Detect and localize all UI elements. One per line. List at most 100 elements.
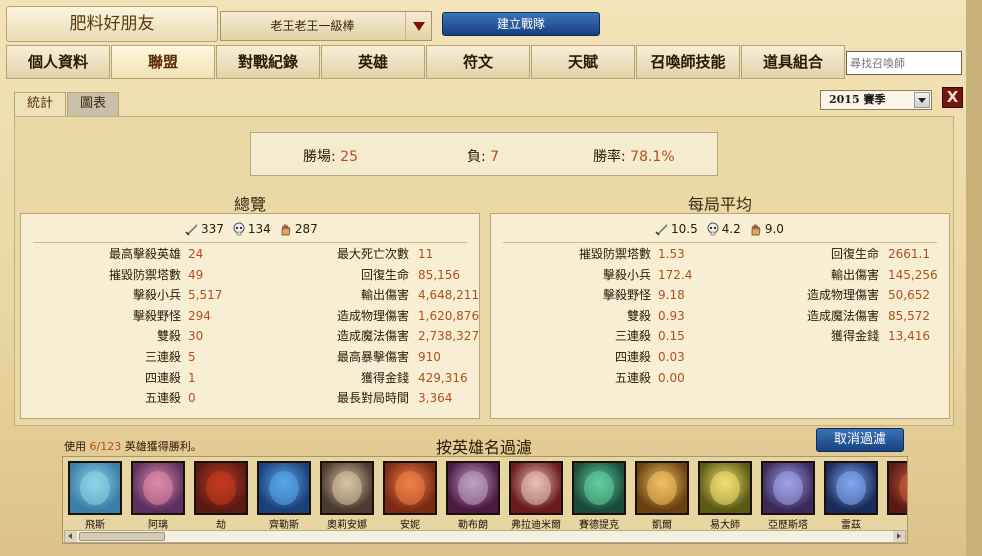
champion-portrait[interactable]	[383, 461, 437, 515]
champion-portrait[interactable]	[509, 461, 563, 515]
tab-charts[interactable]: 圖表	[67, 92, 119, 116]
create-team-button[interactable]: 建立戰隊	[442, 12, 600, 36]
champion-portrait[interactable]	[446, 461, 500, 515]
per-game-box: 10.5 4.2 9.0 摧毀防禦塔數 1.53 擊殺小兵 172.4 擊殺野怪 9.18…	[490, 213, 950, 419]
champion-tile[interactable]: 奧莉安娜	[319, 461, 375, 531]
stat-value: 2661.1	[888, 247, 930, 261]
season-select-value: 2015 賽季	[829, 93, 886, 106]
champion-tile[interactable]: 阿璃	[130, 461, 186, 531]
champion-tile[interactable]: 安妮	[382, 461, 438, 531]
champion-win-summary: 使用 6/123 英雄獲得勝利。	[64, 438, 202, 454]
summoner-search-input[interactable]	[846, 51, 962, 75]
champion-name: 勒布朗	[458, 520, 488, 531]
tab-runes[interactable]: 符文	[426, 45, 530, 79]
champion-portrait[interactable]	[320, 461, 374, 515]
champion-portrait[interactable]	[194, 461, 248, 515]
player-name: 肥料好朋友	[6, 6, 218, 42]
champion-portrait[interactable]	[572, 461, 626, 515]
champion-tile[interactable]: 勒布朗	[445, 461, 501, 531]
champion-portrait[interactable]	[635, 461, 689, 515]
champion-face	[458, 471, 488, 505]
divider	[503, 242, 937, 243]
dropdown-arrow-icon[interactable]	[405, 12, 431, 40]
champion-list-scrollbar[interactable]	[64, 530, 906, 543]
champion-name: 凱爾	[652, 520, 672, 531]
stat-value: 11	[418, 247, 434, 261]
stat-value: 13,416	[888, 329, 930, 344]
stat-row: 回復生命 2661.1	[491, 246, 951, 262]
champion-tile[interactable]: 凱爾	[634, 461, 690, 531]
champion-tile[interactable]: 易大師	[697, 461, 753, 531]
champion-name: 劫	[216, 520, 226, 531]
champion-portrait[interactable]	[887, 461, 907, 515]
champion-name: 齊勒斯	[269, 520, 299, 531]
champion-tile[interactable]: 飛斯	[67, 461, 123, 531]
tab-item-sets[interactable]: 道具組合	[741, 45, 845, 79]
champion-tile[interactable]: 弗拉迪米爾	[508, 461, 564, 531]
tab-statistics[interactable]: 統計	[14, 92, 66, 116]
stat-value: 2,738,327	[418, 329, 480, 344]
champion-face	[710, 471, 740, 505]
stat-row: 回復生命 85,156	[21, 267, 481, 283]
champion-tile[interactable]	[886, 461, 907, 531]
champion-tile[interactable]: 亞歷斯塔	[760, 461, 816, 531]
season-select[interactable]: 2015 賽季	[820, 90, 932, 110]
stat-label: 回復生命	[360, 267, 409, 282]
tab-profile[interactable]: 個人資料	[6, 45, 110, 79]
champion-tile[interactable]: 齊勒斯	[256, 461, 312, 531]
champion-portrait[interactable]	[761, 461, 815, 515]
scroll-left-icon[interactable]	[65, 531, 77, 542]
team-select[interactable]: 老王老王一級棒	[220, 11, 432, 41]
stat-value: 50,652	[888, 288, 930, 303]
champion-face	[206, 471, 236, 505]
champion-portrait[interactable]	[131, 461, 185, 515]
champion-name: 飛斯	[85, 520, 105, 531]
champion-tile[interactable]: 賽德提克	[571, 461, 627, 531]
stat-label: 最大死亡次數	[336, 247, 409, 261]
kills-avg-value: 10.5	[671, 222, 698, 236]
champion-face	[773, 471, 803, 505]
champion-name: 雷茲	[841, 520, 861, 531]
stat-row: 獲得金錢 13,416	[491, 328, 951, 344]
assists-value: 287	[294, 222, 318, 236]
champion-portrait[interactable]	[68, 461, 122, 515]
champion-name: 奧莉安娜	[327, 520, 367, 531]
scrollbar-thumb[interactable]	[79, 532, 165, 541]
champion-portrait[interactable]	[824, 461, 878, 515]
team-select-value: 老王老王一級棒	[270, 19, 355, 33]
stat-row: 造成魔法傷害 85,572	[491, 308, 951, 324]
tab-masteries[interactable]: 天賦	[531, 45, 635, 79]
win-suffix: 英雄獲得勝利。	[124, 440, 202, 453]
scroll-right-icon[interactable]	[893, 531, 905, 542]
champion-face	[584, 471, 614, 505]
main-nav: 個人資料 聯盟 對戰紀錄 英雄 符文 天賦 召喚師技能 道具組合	[6, 45, 960, 79]
champion-tile[interactable]: 雷茲	[823, 461, 879, 531]
dropdown-arrow-icon[interactable]	[914, 92, 930, 108]
winrate-label: 勝率:	[593, 149, 626, 165]
win-prefix: 使用	[64, 440, 86, 453]
tab-league[interactable]: 聯盟	[111, 45, 215, 79]
winrate-value: 78.1%	[630, 149, 675, 165]
kda-row: 337 134 287	[185, 222, 318, 236]
wins-value: 25	[340, 149, 358, 165]
cancel-filter-button[interactable]: 取消過濾	[816, 428, 904, 452]
stat-row: 獲得金錢 429,316	[21, 370, 481, 386]
losses-stat: 負: 7	[467, 146, 499, 166]
skull-icon	[707, 222, 719, 236]
tab-match-history[interactable]: 對戰紀錄	[216, 45, 320, 79]
champion-portrait[interactable]	[698, 461, 752, 515]
stat-value: 3,364	[418, 391, 453, 406]
champion-portrait[interactable]	[257, 461, 311, 515]
stat-label: 造成魔法傷害	[806, 308, 879, 323]
champion-tile[interactable]: 劫	[193, 461, 249, 531]
champion-name: 安妮	[400, 520, 420, 531]
stat-value: 4,648,211	[418, 288, 480, 303]
tab-champions[interactable]: 英雄	[321, 45, 425, 79]
champion-face	[332, 471, 362, 505]
stat-label: 最長對局時間	[336, 391, 409, 406]
tab-summoner-spells[interactable]: 召喚師技能	[636, 45, 740, 79]
stat-row: 最長對局時間 3,364	[21, 390, 481, 406]
champion-face	[143, 471, 173, 505]
close-button[interactable]: X	[942, 87, 963, 108]
champion-filter-title: 按英雄名過濾	[436, 438, 533, 457]
